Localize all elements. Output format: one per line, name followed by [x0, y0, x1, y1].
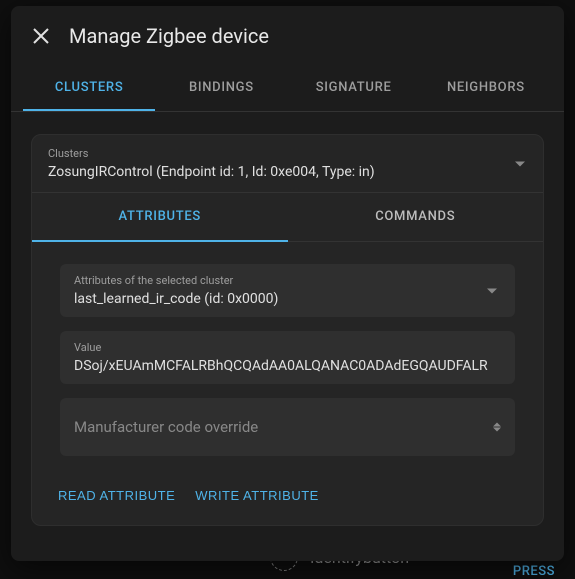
manufacturer-override-field[interactable]: Manufacturer code override	[60, 398, 515, 456]
tab-signature[interactable]: SIGNATURE	[288, 66, 420, 111]
value-field-label: Value	[74, 341, 501, 354]
cluster-select-label: Clusters	[48, 147, 527, 160]
tab-neighbors[interactable]: NEIGHBORS	[420, 66, 552, 111]
cluster-select[interactable]: Clusters ZosungIRControl (Endpoint id: 1…	[32, 135, 543, 192]
attribute-select-label: Attributes of the selected cluster	[74, 274, 501, 287]
tab-bindings[interactable]: BINDINGS	[155, 66, 287, 111]
cluster-select-value: ZosungIRControl (Endpoint id: 1, Id: 0xe…	[48, 164, 527, 180]
value-field-value: DSoj/xEUAmMCFALRBhQCQAdAA0ALQANAC0ADAdEG…	[74, 358, 501, 374]
number-spinner-icon[interactable]	[493, 423, 501, 432]
action-buttons: READ ATTRIBUTE WRITE ATTRIBUTE	[32, 470, 543, 525]
attribute-select[interactable]: Attributes of the selected cluster last_…	[60, 264, 515, 317]
manufacturer-override-placeholder: Manufacturer code override	[74, 418, 501, 436]
press-button[interactable]: PRESS	[513, 564, 555, 579]
sub-tab-attributes[interactable]: ATTRIBUTES	[32, 193, 288, 242]
main-tabs: CLUSTERS BINDINGS SIGNATURE NEIGHBORS	[11, 66, 564, 112]
modal-title: Manage Zigbee device	[69, 24, 269, 48]
sub-tabs: ATTRIBUTES COMMANDS	[32, 192, 543, 242]
manage-device-modal: Manage Zigbee device CLUSTERS BINDINGS S…	[11, 6, 564, 561]
tab-clusters[interactable]: CLUSTERS	[23, 66, 155, 111]
sub-tab-commands[interactable]: COMMANDS	[288, 193, 544, 242]
close-icon[interactable]	[31, 26, 51, 46]
read-attribute-button[interactable]: READ ATTRIBUTE	[58, 488, 175, 503]
value-field[interactable]: Value DSoj/xEUAmMCFALRBhQCQAdAA0ALQANAC0…	[60, 331, 515, 384]
attribute-select-value: last_learned_ir_code (id: 0x0000)	[74, 291, 501, 307]
modal-header: Manage Zigbee device	[11, 6, 564, 66]
cluster-panel: Clusters ZosungIRControl (Endpoint id: 1…	[31, 134, 544, 526]
write-attribute-button[interactable]: WRITE ATTRIBUTE	[195, 488, 319, 503]
fields-area: Attributes of the selected cluster last_…	[32, 242, 543, 456]
chevron-down-icon	[487, 288, 497, 293]
chevron-down-icon	[515, 161, 525, 166]
